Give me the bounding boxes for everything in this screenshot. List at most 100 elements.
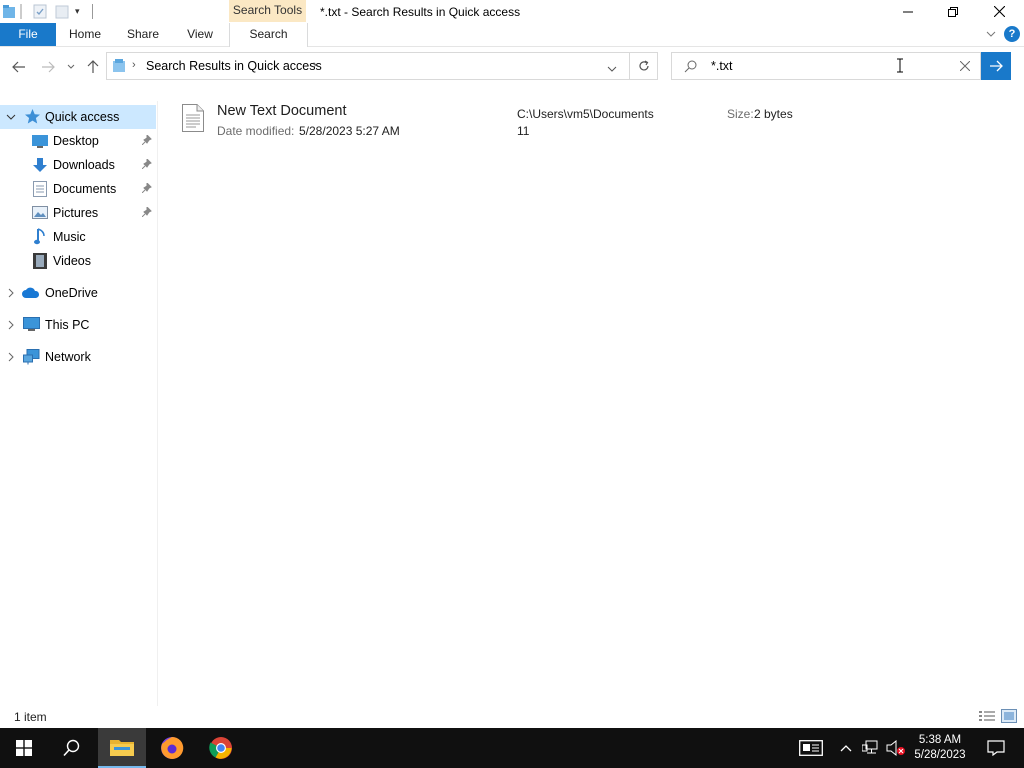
- chevron-right-icon[interactable]: [6, 288, 16, 298]
- quick-access-star-icon: [24, 108, 41, 128]
- nav-item-network[interactable]: Network: [0, 345, 156, 369]
- tab-share[interactable]: Share: [119, 23, 167, 46]
- documents-icon: [33, 181, 47, 200]
- address-dropdown-icon[interactable]: [607, 62, 617, 76]
- nav-item-desktop[interactable]: Desktop: [0, 129, 156, 153]
- nav-item-videos[interactable]: Videos: [0, 249, 156, 273]
- chevron-right-icon[interactable]: [6, 320, 16, 330]
- result-path-continued: 11: [517, 124, 530, 138]
- restore-icon: [948, 6, 958, 17]
- result-date-value: 5/28/2023 5:27 AM: [299, 124, 400, 138]
- qat-separator: [92, 4, 93, 19]
- large-icons-view-icon[interactable]: [1001, 709, 1017, 726]
- tab-home[interactable]: Home: [62, 23, 108, 46]
- refresh-icon: [638, 60, 649, 71]
- expand-ribbon-icon[interactable]: [985, 28, 997, 43]
- pin-icon: [141, 133, 152, 148]
- minimize-button[interactable]: [885, 0, 931, 23]
- details-view-icon[interactable]: [979, 710, 995, 725]
- clear-search-icon[interactable]: [959, 60, 971, 74]
- nav-label-network: Network: [45, 350, 91, 364]
- refresh-button[interactable]: [630, 52, 658, 80]
- close-button[interactable]: [976, 0, 1022, 23]
- search-results-pane: New Text Document Date modified: 5/28/20…: [160, 101, 1024, 706]
- nav-label-desktop: Desktop: [53, 134, 99, 148]
- restore-button[interactable]: [930, 0, 976, 23]
- search-input[interactable]: *.txt: [711, 59, 733, 73]
- breadcrumb-current[interactable]: Search Results in Quick access: [146, 59, 322, 73]
- help-icon[interactable]: ?: [1004, 26, 1020, 42]
- tab-view[interactable]: View: [178, 23, 222, 46]
- notification-icon: [987, 740, 1005, 756]
- result-item[interactable]: New Text Document Date modified: 5/28/20…: [178, 102, 838, 140]
- window-title: *.txt - Search Results in Quick access: [320, 5, 521, 19]
- qat-customize-dropdown-icon[interactable]: ▾: [75, 4, 89, 19]
- network-status-icon[interactable]: [860, 728, 882, 768]
- chevron-expanded-icon[interactable]: [6, 112, 16, 122]
- item-count: 1 item: [14, 710, 47, 724]
- recent-locations-button[interactable]: [63, 57, 79, 77]
- nav-label-this-pc: This PC: [45, 318, 90, 332]
- nav-item-quick-access[interactable]: Quick access: [0, 105, 156, 129]
- forward-button[interactable]: [38, 57, 58, 77]
- explorer-app-icon[interactable]: [2, 4, 16, 19]
- nav-item-downloads[interactable]: Downloads: [0, 153, 156, 177]
- pictures-icon: [32, 206, 48, 222]
- breadcrumb-separator-icon[interactable]: ›: [132, 59, 136, 71]
- properties-icon[interactable]: [33, 4, 47, 19]
- taskbar-firefox[interactable]: [148, 728, 196, 768]
- this-pc-icon: [23, 317, 40, 335]
- search-box[interactable]: *.txt: [671, 52, 981, 80]
- close-icon: [993, 6, 1005, 17]
- new-folder-icon[interactable]: [55, 4, 69, 19]
- start-button[interactable]: [0, 728, 48, 768]
- result-file-name[interactable]: New Text Document: [217, 103, 346, 119]
- taskbar-search-button[interactable]: [48, 728, 96, 768]
- nav-label-documents: Documents: [53, 182, 117, 196]
- search-icon: [63, 739, 80, 757]
- search-go-button[interactable]: [981, 52, 1011, 80]
- nav-item-pictures[interactable]: Pictures: [0, 201, 156, 225]
- desktop-icon: [32, 134, 48, 151]
- result-date-label: Date modified:: [217, 124, 295, 138]
- qat-separator: [20, 4, 22, 19]
- nav-label-videos: Videos: [53, 254, 91, 268]
- tab-file[interactable]: File: [0, 23, 56, 46]
- taskbar-clock[interactable]: 5:38 AM 5/28/2023: [910, 728, 970, 768]
- folder-icon: [110, 740, 134, 756]
- chevron-right-icon[interactable]: [6, 352, 16, 362]
- music-icon: [34, 228, 46, 248]
- firefox-icon: [161, 736, 184, 759]
- nav-item-music[interactable]: Music: [0, 225, 156, 249]
- up-arrow-icon: [87, 60, 99, 73]
- clock-date: 5/28/2023: [914, 749, 966, 761]
- result-size-label: Size:: [727, 107, 754, 121]
- up-button[interactable]: [83, 57, 103, 77]
- onedrive-icon: [22, 287, 40, 302]
- taskbar-file-explorer[interactable]: [98, 728, 146, 768]
- nav-item-this-pc[interactable]: This PC: [0, 313, 156, 337]
- ribbon-tabs: File Home Share View Search ?: [0, 23, 1024, 47]
- action-center-news-icon[interactable]: [796, 728, 826, 768]
- address-bar[interactable]: › Search Results in Quick access ›: [106, 52, 630, 80]
- notifications-button[interactable]: [976, 728, 1016, 768]
- tab-search[interactable]: Search: [229, 23, 308, 47]
- result-path: C:\Users\vm5\Documents: [517, 107, 654, 121]
- taskbar-chrome[interactable]: [197, 728, 245, 768]
- volume-muted-icon[interactable]: [884, 728, 908, 768]
- arrow-right-icon: [990, 60, 1003, 72]
- title-bar: ▾ Search Tools *.txt - Search Results in…: [0, 0, 1024, 23]
- search-tools-context-label: Search Tools: [229, 0, 306, 22]
- nav-item-documents[interactable]: Documents: [0, 177, 156, 201]
- show-hidden-icons-icon[interactable]: [836, 728, 856, 768]
- search-results-location-icon: [111, 58, 127, 77]
- breadcrumb-next-icon[interactable]: ›: [313, 59, 317, 71]
- nav-label-music: Music: [53, 230, 86, 244]
- pin-icon: [141, 157, 152, 172]
- nav-item-onedrive[interactable]: OneDrive: [0, 281, 156, 305]
- pin-icon: [141, 205, 152, 220]
- back-button[interactable]: [9, 57, 29, 77]
- nav-label-pictures: Pictures: [53, 206, 99, 220]
- result-size-value: 2 bytes: [754, 107, 793, 121]
- taskbar: 5:38 AM 5/28/2023: [0, 728, 1024, 768]
